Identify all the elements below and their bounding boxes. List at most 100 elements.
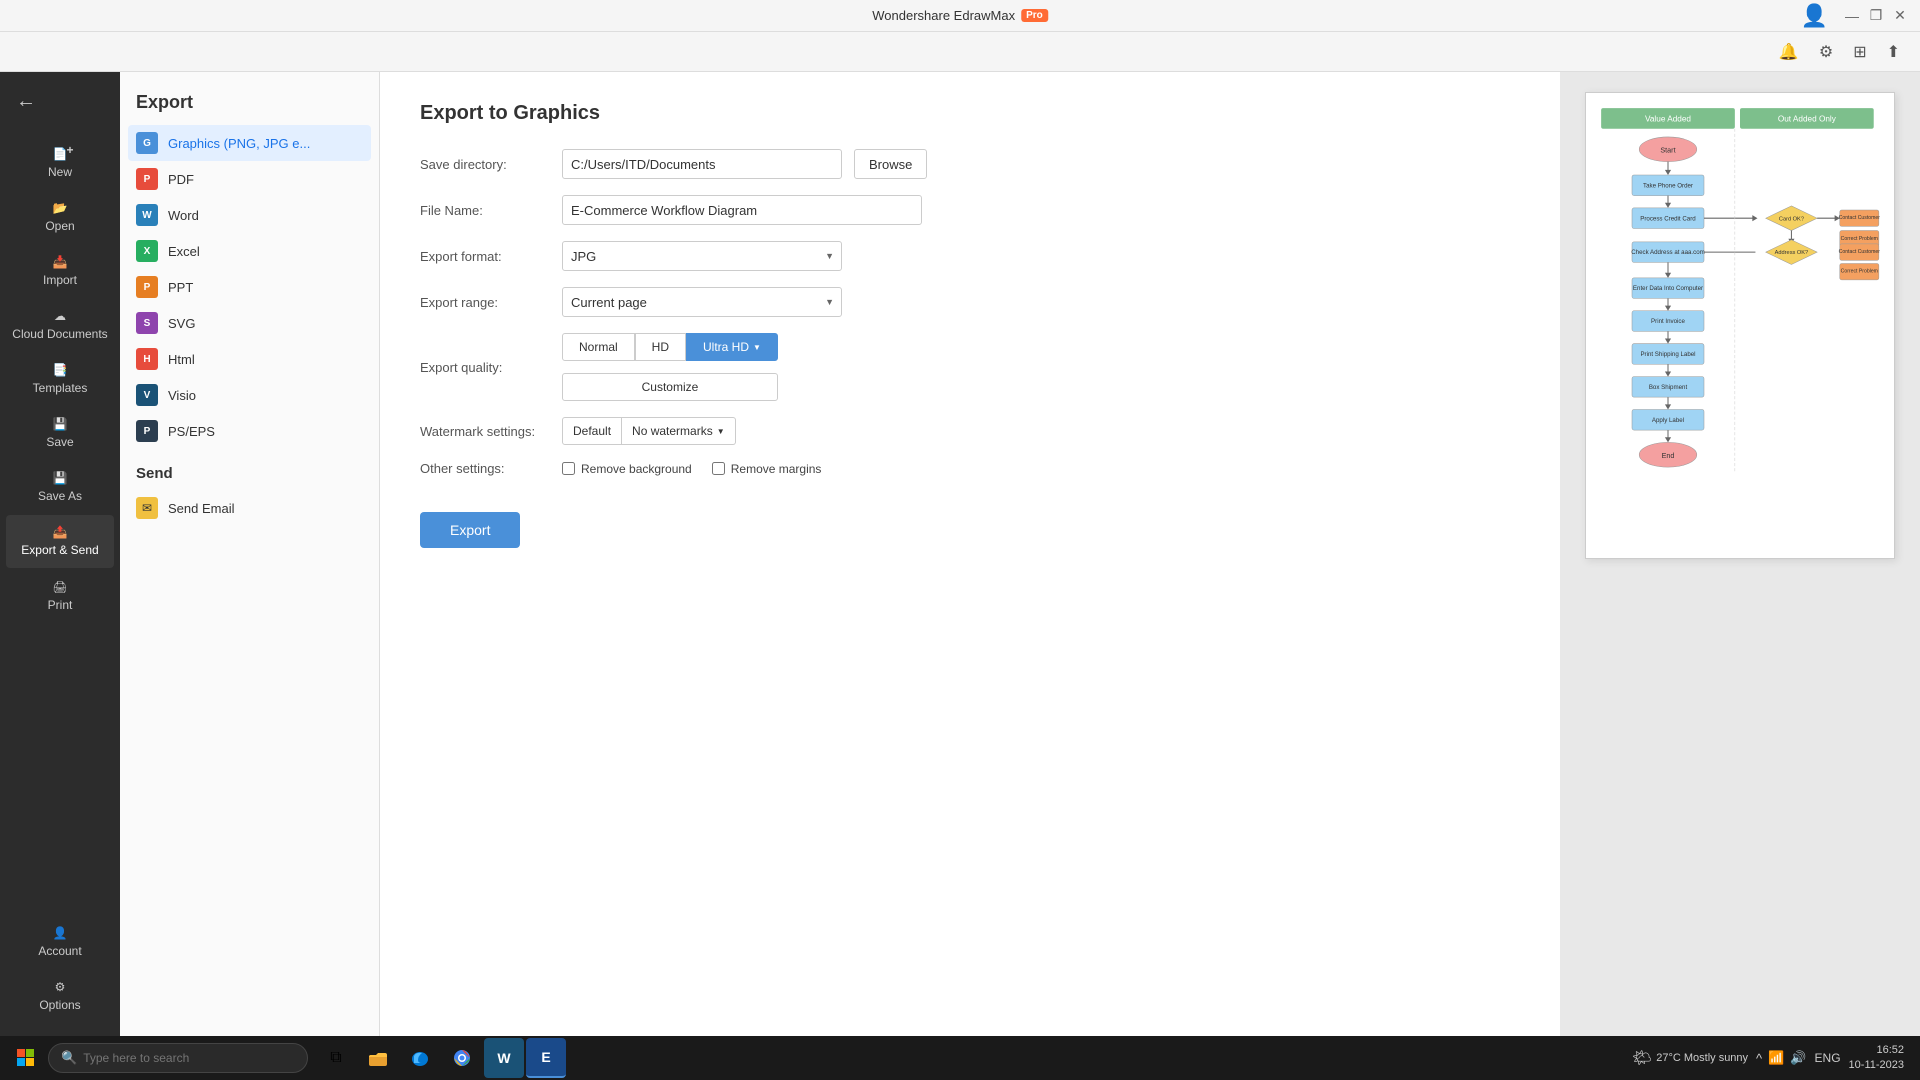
taskbar: 🔍 ⧉ W E — [0, 1036, 1920, 1080]
save-directory-input[interactable] — [562, 149, 842, 179]
svg-text:Print Invoice: Print Invoice — [1651, 318, 1685, 325]
sidebar-item-print[interactable]: 🖨 Print — [6, 570, 114, 622]
taskbar-chrome[interactable] — [442, 1038, 482, 1078]
pseps-label: PS/EPS — [168, 424, 215, 439]
quality-controls: Normal HD Ultra HD ▼ Customize — [562, 333, 778, 401]
export-format-graphics[interactable]: G Graphics (PNG, JPG e... — [128, 125, 371, 161]
save-as-icon: 💾 — [53, 471, 68, 485]
svg-text:Correct Problem: Correct Problem — [1841, 269, 1878, 275]
taskbar-search-input[interactable] — [83, 1051, 295, 1065]
taskbar-taskview[interactable]: ⧉ — [316, 1038, 356, 1078]
export-range-select[interactable]: Current page All pages Selected objects — [562, 287, 842, 317]
settings-button[interactable]: ⚙ — [1815, 38, 1837, 66]
minimize-button[interactable]: — — [1844, 8, 1860, 24]
export-format-pdf[interactable]: P PDF — [128, 161, 371, 197]
taskbar-apps: ⧉ W E — [316, 1038, 566, 1078]
remove-bg-label[interactable]: Remove background — [562, 462, 692, 476]
sidebar: ← 📄 + New 📂 Open 📥 Import ☁ Cloud Docume… — [0, 72, 120, 1036]
sidebar-item-save[interactable]: 💾 Save — [6, 407, 114, 459]
browse-button[interactable]: Browse — [854, 149, 927, 179]
back-button[interactable]: ← — [8, 82, 44, 121]
svg-text:Apply Label: Apply Label — [1652, 417, 1684, 424]
export-format-label: Export format: — [420, 249, 550, 264]
taskbar-search-box[interactable]: 🔍 — [48, 1043, 308, 1073]
save-directory-label: Save directory: — [420, 157, 550, 172]
export-button[interactable]: Export — [420, 512, 520, 548]
chevron-down-icon: ▼ — [753, 343, 761, 352]
remove-margins-label[interactable]: Remove margins — [712, 462, 822, 476]
network-icon: 📶 — [1768, 1050, 1784, 1066]
export-icon: 📤 — [53, 525, 68, 539]
svg-label: SVG — [168, 316, 195, 331]
customize-button[interactable]: Customize — [562, 373, 778, 401]
sidebar-item-export-send[interactable]: 📤 Export & Send — [6, 515, 114, 567]
search-icon: 🔍 — [61, 1050, 77, 1066]
sidebar-item-options[interactable]: ⚙ Options — [6, 970, 114, 1022]
export-format-select[interactable]: JPG PNG BMP GIF TIFF — [562, 241, 842, 271]
export-quality-label: Export quality: — [420, 360, 550, 375]
file-name-input[interactable] — [562, 195, 922, 225]
windows-logo-icon — [17, 1049, 35, 1067]
pro-badge: Pro — [1021, 9, 1048, 22]
export-format-word[interactable]: W Word — [128, 197, 371, 233]
sidebar-item-new[interactable]: 📄 + New — [6, 137, 114, 189]
sidebar-item-account[interactable]: 👤 Account — [6, 916, 114, 968]
sidebar-label-save: Save — [46, 435, 73, 449]
export-format-ppt[interactable]: P PPT — [128, 269, 371, 305]
export-format-pseps[interactable]: P PS/EPS — [128, 413, 371, 449]
taskbar-word[interactable]: W — [484, 1038, 524, 1078]
remove-bg-checkbox[interactable] — [562, 462, 575, 475]
export-format-visio[interactable]: V Visio — [128, 377, 371, 413]
watermark-none-button[interactable]: No watermarks ▼ — [622, 417, 736, 445]
taskbar-edraw[interactable]: E — [526, 1038, 566, 1078]
send-email-item[interactable]: ✉ Send Email — [120, 490, 379, 526]
html-label: Html — [168, 352, 195, 367]
watermark-default-button[interactable]: Default — [562, 417, 622, 445]
sidebar-item-open[interactable]: 📂 Open — [6, 191, 114, 243]
quality-group: Normal HD Ultra HD ▼ — [562, 333, 778, 361]
excel-label: Excel — [168, 244, 200, 259]
sidebar-item-templates[interactable]: 📑 Templates — [6, 353, 114, 405]
chevron-up-icon[interactable]: ^ — [1756, 1051, 1762, 1066]
preview-area: Value Added Out Added Only Start Take Ph… — [1560, 72, 1920, 1036]
avatar-icon: 👤 — [1801, 3, 1828, 29]
quality-ultrahd-button[interactable]: Ultra HD ▼ — [686, 333, 778, 361]
sidebar-item-import[interactable]: 📥 Import — [6, 245, 114, 297]
account-icon: 👤 — [53, 926, 68, 940]
taskbar-file-explorer[interactable] — [358, 1038, 398, 1078]
cloud-icon: ☁ — [54, 309, 66, 323]
close-button[interactable]: ✕ — [1892, 8, 1908, 24]
remove-margins-text: Remove margins — [731, 462, 822, 476]
flowchart-svg: Value Added Out Added Only Start Take Ph… — [1596, 103, 1884, 545]
export-format-excel[interactable]: X Excel — [128, 233, 371, 269]
save-directory-row: Save directory: Browse — [420, 149, 1520, 179]
sidebar-item-save-as[interactable]: 💾 Save As — [6, 461, 114, 513]
restore-button[interactable]: ❐ — [1868, 8, 1884, 24]
taskbar-weather: 🌤 27°C Mostly sunny — [1632, 1048, 1748, 1068]
export-panel-title: Export — [120, 72, 379, 125]
svg-icon: S — [136, 312, 158, 334]
export-format-select-wrapper: JPG PNG BMP GIF TIFF — [562, 241, 842, 271]
export-format-html[interactable]: H Html — [128, 341, 371, 377]
word-label: Word — [168, 208, 199, 223]
chevron-down-icon: ▼ — [717, 427, 725, 436]
grid-button[interactable]: ⊞ — [1849, 38, 1870, 66]
notification-button[interactable]: 🔔 — [1775, 38, 1803, 66]
svg-text:Correct Problem: Correct Problem — [1841, 236, 1878, 242]
taskbar-edge[interactable] — [400, 1038, 440, 1078]
folder-icon — [368, 1048, 388, 1068]
pseps-icon: P — [136, 420, 158, 442]
sidebar-item-cloud[interactable]: ☁ Cloud Documents — [6, 299, 114, 351]
start-button[interactable] — [8, 1040, 44, 1076]
sidebar-label-print: Print — [48, 598, 73, 612]
svg-text:Out Added Only: Out Added Only — [1778, 115, 1837, 124]
export-panel: Export G Graphics (PNG, JPG e... P PDF W… — [120, 72, 380, 1036]
export-format-svg[interactable]: S SVG — [128, 305, 371, 341]
title-bar: Wondershare EdrawMax Pro 👤 — ❐ ✕ — [0, 0, 1920, 32]
quality-hd-button[interactable]: HD — [635, 333, 686, 361]
share-button[interactable]: ⬆ — [1883, 38, 1904, 66]
sidebar-label-templates: Templates — [33, 381, 88, 395]
remove-margins-checkbox[interactable] — [712, 462, 725, 475]
svg-text:Take Phone Order: Take Phone Order — [1643, 182, 1693, 189]
quality-normal-button[interactable]: Normal — [562, 333, 635, 361]
